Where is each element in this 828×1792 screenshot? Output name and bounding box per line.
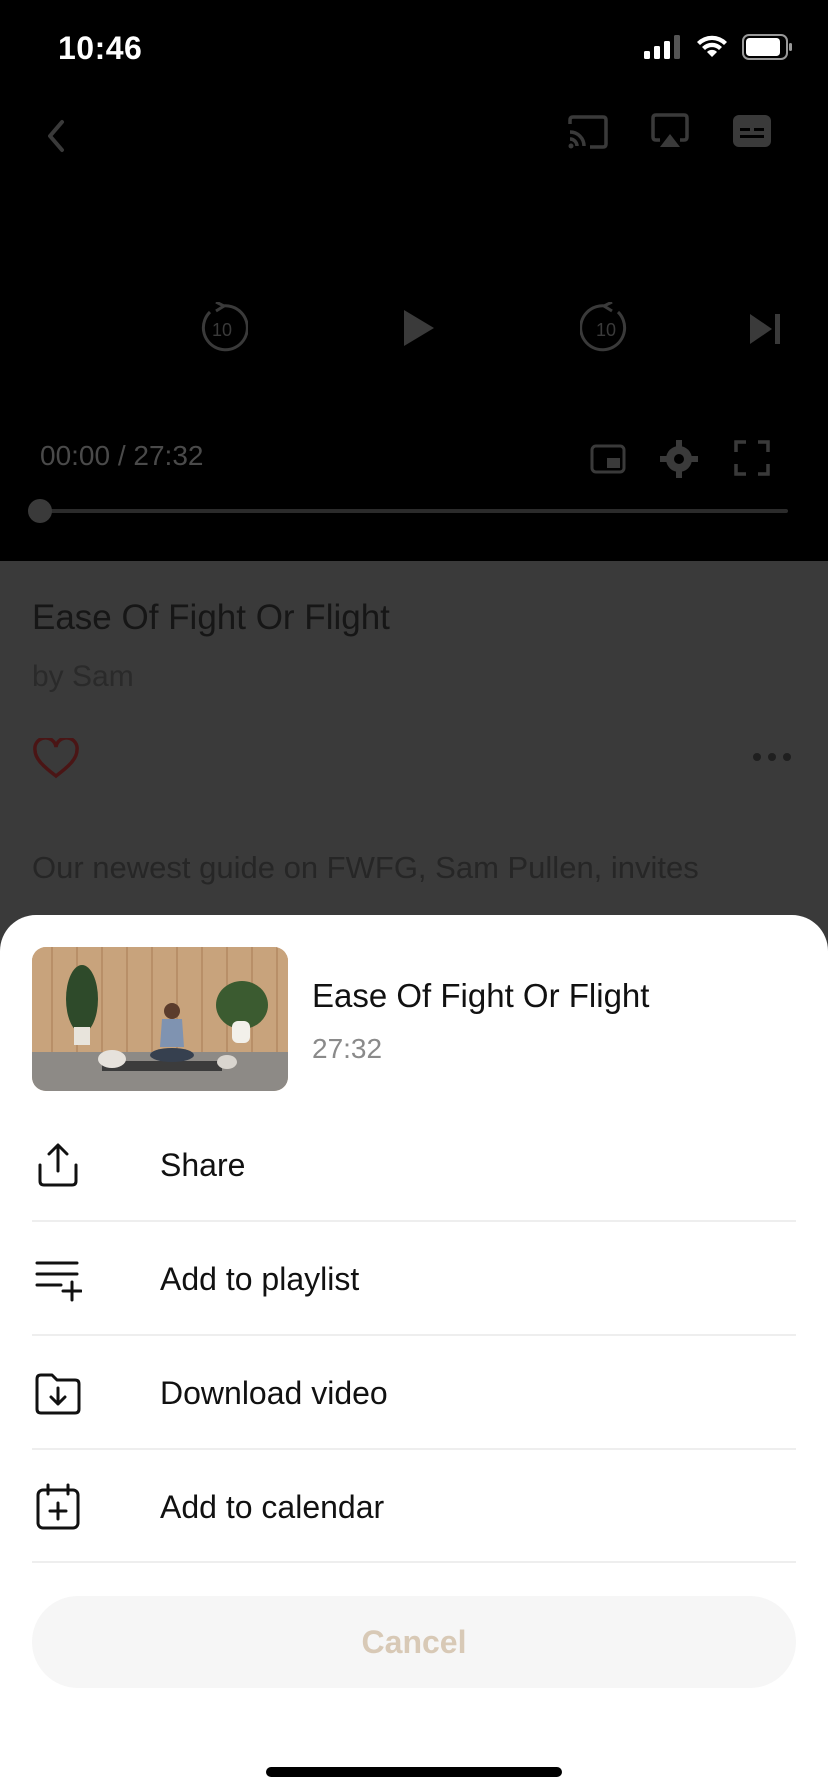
add-to-playlist-label: Add to playlist [160,1260,360,1297]
picture-in-picture-icon[interactable] [590,444,626,474]
sheet-header: Ease Of Fight Or Flight 27:32 [32,947,796,1091]
divider [32,1561,796,1563]
status-bar: 10:46 [0,0,828,100]
heart-icon[interactable] [32,738,80,780]
video-description: Our newest guide on FWFG, Sam Pullen, in… [32,850,699,885]
playlist-add-icon [35,1261,82,1302]
skip-next-icon[interactable] [748,312,782,346]
calendar-add-icon [36,1483,80,1530]
subtitles-icon[interactable] [732,114,772,148]
share-label: Share [160,1146,246,1183]
time-readout: 00:00 / 27:32 [40,440,204,471]
download-video-label: Download video [160,1374,388,1411]
more-options-icon[interactable] [752,752,792,762]
video-player[interactable]: 10:46 10 10 00:00 / 27:32 [0,0,828,561]
share-menu-item[interactable]: Share [32,1108,796,1222]
fullscreen-icon[interactable] [734,440,770,476]
video-author[interactable]: by Sam [32,660,134,694]
share-icon [38,1143,78,1187]
status-time: 10:46 [58,30,143,66]
add-to-playlist-menu-item[interactable]: Add to playlist [32,1222,796,1336]
svg-text:10: 10 [596,320,616,340]
home-indicator[interactable] [266,1767,562,1777]
back-chevron-icon[interactable] [44,118,68,154]
download-video-menu-item[interactable]: Download video [32,1336,796,1450]
progress-knob[interactable] [28,499,52,523]
sheet-duration: 27:32 [312,1033,383,1064]
settings-gear-icon[interactable] [660,440,698,478]
progress-track[interactable] [40,509,788,513]
cast-icon[interactable] [566,114,610,150]
action-sheet: Ease Of Fight Or Flight 27:32 Share Add … [0,915,828,1792]
download-folder-icon [35,1373,81,1415]
battery-icon [742,34,792,60]
play-icon[interactable] [400,308,436,348]
add-to-calendar-menu-item[interactable]: Add to calendar [32,1450,796,1564]
video-title: Ease Of Fight Or Flight [32,598,390,637]
signal-icon [644,35,680,59]
add-to-calendar-label: Add to calendar [160,1488,385,1525]
svg-text:10: 10 [212,320,232,340]
wifi-icon [697,35,727,57]
status-icons [644,34,794,60]
rewind-10-icon[interactable]: 10 [196,302,248,354]
airplay-icon[interactable] [650,112,690,150]
video-thumbnail [32,947,288,1091]
forward-10-icon[interactable]: 10 [580,302,632,354]
cancel-button[interactable]: Cancel [32,1596,796,1688]
sheet-title: Ease Of Fight Or Flight [312,977,650,1014]
